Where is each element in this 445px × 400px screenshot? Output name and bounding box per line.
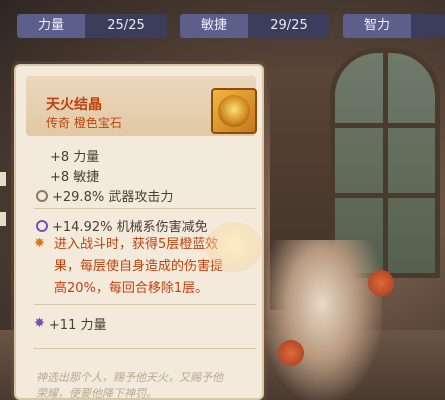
base-stat-strength: +8 力量 <box>50 150 100 165</box>
bonus-stat-text: +11 力量 <box>48 318 107 333</box>
special-effect-icon-row: ✸ <box>34 236 49 251</box>
edge-marker <box>0 212 6 226</box>
affix-secondary-text: +14.92% 机械系伤害减免 <box>52 220 208 235</box>
stat-intelligence: 智力 <box>343 14 445 38</box>
star-icon: ✸ <box>34 236 45 251</box>
affix-main: +29.8% 武器攻击力 <box>36 186 173 205</box>
edge-marker <box>0 172 6 186</box>
stat-label: 智力 <box>343 14 411 38</box>
affix-purple-ring-icon <box>36 219 48 232</box>
gem-icon <box>211 88 257 134</box>
stat-strength: 力量 25/25 <box>17 14 167 38</box>
divider <box>34 304 256 305</box>
affix-ring-icon <box>36 189 48 202</box>
stat-label: 力量 <box>17 14 85 38</box>
scene-flower <box>278 340 304 366</box>
item-name: 天火结晶 <box>46 97 102 113</box>
stat-value <box>411 14 445 38</box>
scene-character <box>262 240 382 400</box>
affix-main-text: +29.8% 武器攻击力 <box>52 190 174 205</box>
stat-value: 25/25 <box>85 14 167 38</box>
divider <box>34 348 256 349</box>
item-rarity: 传奇 橙色宝石 <box>46 116 122 130</box>
stat-agility: 敏捷 29/25 <box>180 14 330 38</box>
bonus-stat: ✸ +11 力量 <box>34 314 107 334</box>
stat-value: 29/25 <box>248 14 330 38</box>
affix-secondary: +14.92% 机械系伤害减免 <box>36 216 208 235</box>
base-stat-agility: +8 敏捷 <box>50 170 100 185</box>
purple-star-icon: ✸ <box>34 315 45 331</box>
special-line: 高20%，每回合移除1层。 <box>54 281 209 296</box>
stat-label: 敏捷 <box>180 14 248 38</box>
stat-bar: 力量 25/25 敏捷 29/25 智力 <box>0 0 445 42</box>
flavor-line: 荣耀，便要他降下神罚。 <box>36 387 157 400</box>
flavor-text: 神选出那个人，赐予他天火，又赐予他 荣耀，便要他降下神罚。 <box>36 370 262 400</box>
flavor-line: 神选出那个人，赐予他天火，又赐予他 <box>36 371 223 384</box>
mascot-blob <box>206 222 262 272</box>
divider <box>34 208 256 209</box>
scene-flower <box>368 270 394 296</box>
